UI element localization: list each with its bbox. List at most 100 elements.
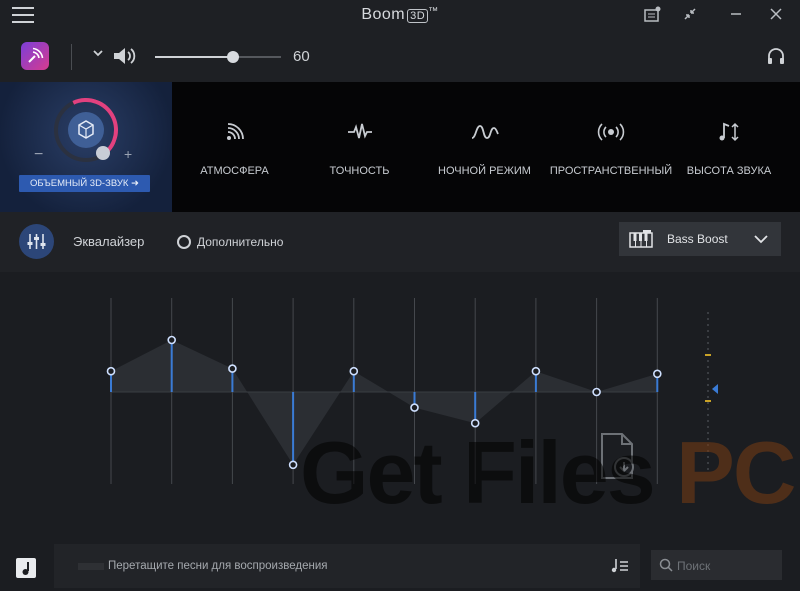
playlist-icon[interactable] [610,556,630,581]
boom-logo-icon[interactable] [21,42,49,70]
effect-fidelity[interactable]: ТОЧНОСТЬ [297,82,422,212]
app-title: Boom 3D ™ [0,6,800,24]
title-bar: Boom 3D ™ [0,0,800,30]
equalizer-icon[interactable] [19,224,54,259]
level-meter-dot [707,426,709,428]
effect-ambience[interactable]: АТМОСФЕРА [172,82,297,212]
advanced-label: Дополнительно [197,235,284,249]
spatial-icon [547,120,675,144]
effect-pitch[interactable]: ВЫСОТА ЗВУКА [675,82,783,212]
close-icon[interactable] [767,6,785,24]
surround-3d-button[interactable]: ОБЪЕМНЫЙ 3D-ЗВУК ➜ [19,175,150,192]
eq-band-knob[interactable] [531,366,541,376]
eq-curve-area [111,340,658,465]
equalizer-label: Эквалайзер [73,234,145,249]
level-meter-dot [707,432,709,434]
volume-slider[interactable] [155,51,281,63]
level-meter-dot [707,324,709,326]
file-download-icon [598,432,640,487]
app-title-badge: 3D [407,9,429,23]
effect-spatial[interactable]: ПРОСТРАНСТВЕННЫЙ [547,82,675,212]
divider [71,44,72,70]
drop-zone[interactable]: Перетащите песни для воспроизведения [54,544,640,588]
eq-band-knob[interactable] [592,387,601,397]
level-meter-dot [707,402,709,404]
search-icon [659,558,673,577]
increase-intensity-button[interactable]: + [124,146,132,162]
preamp-indicator-icon[interactable] [712,384,718,394]
level-meter-dot [707,456,709,458]
equalizer-header: Эквалайзер Дополнительно Bass Boost [0,212,800,272]
effect-label: НОЧНОЙ РЕЖИМ [438,165,531,177]
search-input[interactable] [675,556,779,576]
ambience-icon [172,120,297,144]
pitch-icon [675,120,783,144]
level-meter-dot [707,366,709,368]
level-meter-dot [707,444,709,446]
preset-dropdown[interactable]: Bass Boost [619,222,781,256]
drop-zone-text: Перетащите песни для воспроизведения [108,560,328,572]
eq-band-knob[interactable] [410,403,419,412]
minimize-icon[interactable] [727,6,745,24]
headphones-icon[interactable] [766,47,786,70]
chevron-down-icon[interactable] [93,47,103,61]
progress-placeholder [78,563,104,570]
level-meter-dot [707,318,709,320]
advanced-radio[interactable] [177,235,191,249]
effect-label: ТОЧНОСТЬ [329,165,390,177]
level-meter-dot [707,336,709,338]
level-marker [705,400,711,402]
speaker-icon[interactable] [112,44,138,73]
level-meter-dot [707,312,709,314]
level-meter-dot [707,342,709,344]
eq-band-knob[interactable] [228,364,237,373]
search-box[interactable] [651,550,782,580]
effect-label: ПРОСТРАНСТВЕННЫЙ [549,165,673,177]
level-meter-dot [707,372,709,374]
level-meter-dot [707,408,709,410]
eq-band-knob[interactable] [470,418,480,428]
music-note-icon[interactable] [16,558,36,578]
level-marker [705,354,711,356]
equalizer-svg[interactable] [0,272,800,542]
level-meter-dot [707,348,709,350]
level-meter-dot [707,330,709,332]
level-meter-dot [707,396,709,398]
notification-icon[interactable] [643,6,661,24]
chevron-down-icon [753,231,769,252]
level-meter-dot [707,384,709,386]
effect-night-mode[interactable]: НОЧНОЙ РЕЖИМ [422,82,547,212]
intensity-knob[interactable] [96,146,110,160]
night-mode-icon [422,120,547,144]
eq-band-knob[interactable] [652,369,662,379]
effect-label: ВЫСОТА ЗВУКА [686,165,772,177]
effects-panel: − + ОБЪЕМНЫЙ 3D-ЗВУК ➜ АТМОСФЕРА ТОЧНОСТ… [0,82,800,212]
minimize-mode-icon[interactable] [681,6,699,24]
app-title-text: Boom [361,6,406,23]
equalizer-graph[interactable]: Get Files PC [0,272,800,542]
volume-value: 60 [293,48,310,65]
player-bar: Перетащите песни для воспроизведения [0,542,800,591]
level-meter-dot [707,360,709,362]
level-meter-dot [707,462,709,464]
eq-band-knob[interactable] [349,366,359,376]
eq-band-knob[interactable] [106,366,116,376]
preset-name: Bass Boost [667,232,728,246]
cube-icon [68,112,104,148]
level-meter-dot [707,468,709,470]
eq-band-knob[interactable] [167,335,176,345]
level-meter-dot [707,420,709,422]
volume-slider-fill [155,56,234,58]
level-meter-dot [707,438,709,440]
level-meter-dot [707,378,709,380]
level-meter-dot [707,450,709,452]
surround-3d-panel[interactable]: − + ОБЪЕМНЫЙ 3D-ЗВУК ➜ [0,82,172,212]
level-meter-dot [707,390,709,392]
level-meter-dot [707,414,709,416]
piano-icon [629,230,653,253]
decrease-intensity-button[interactable]: − [34,146,43,164]
volume-slider-knob[interactable] [227,51,240,63]
eq-band-knob[interactable] [288,460,298,470]
app-title-tm: ™ [428,6,439,17]
fidelity-icon [297,120,422,144]
